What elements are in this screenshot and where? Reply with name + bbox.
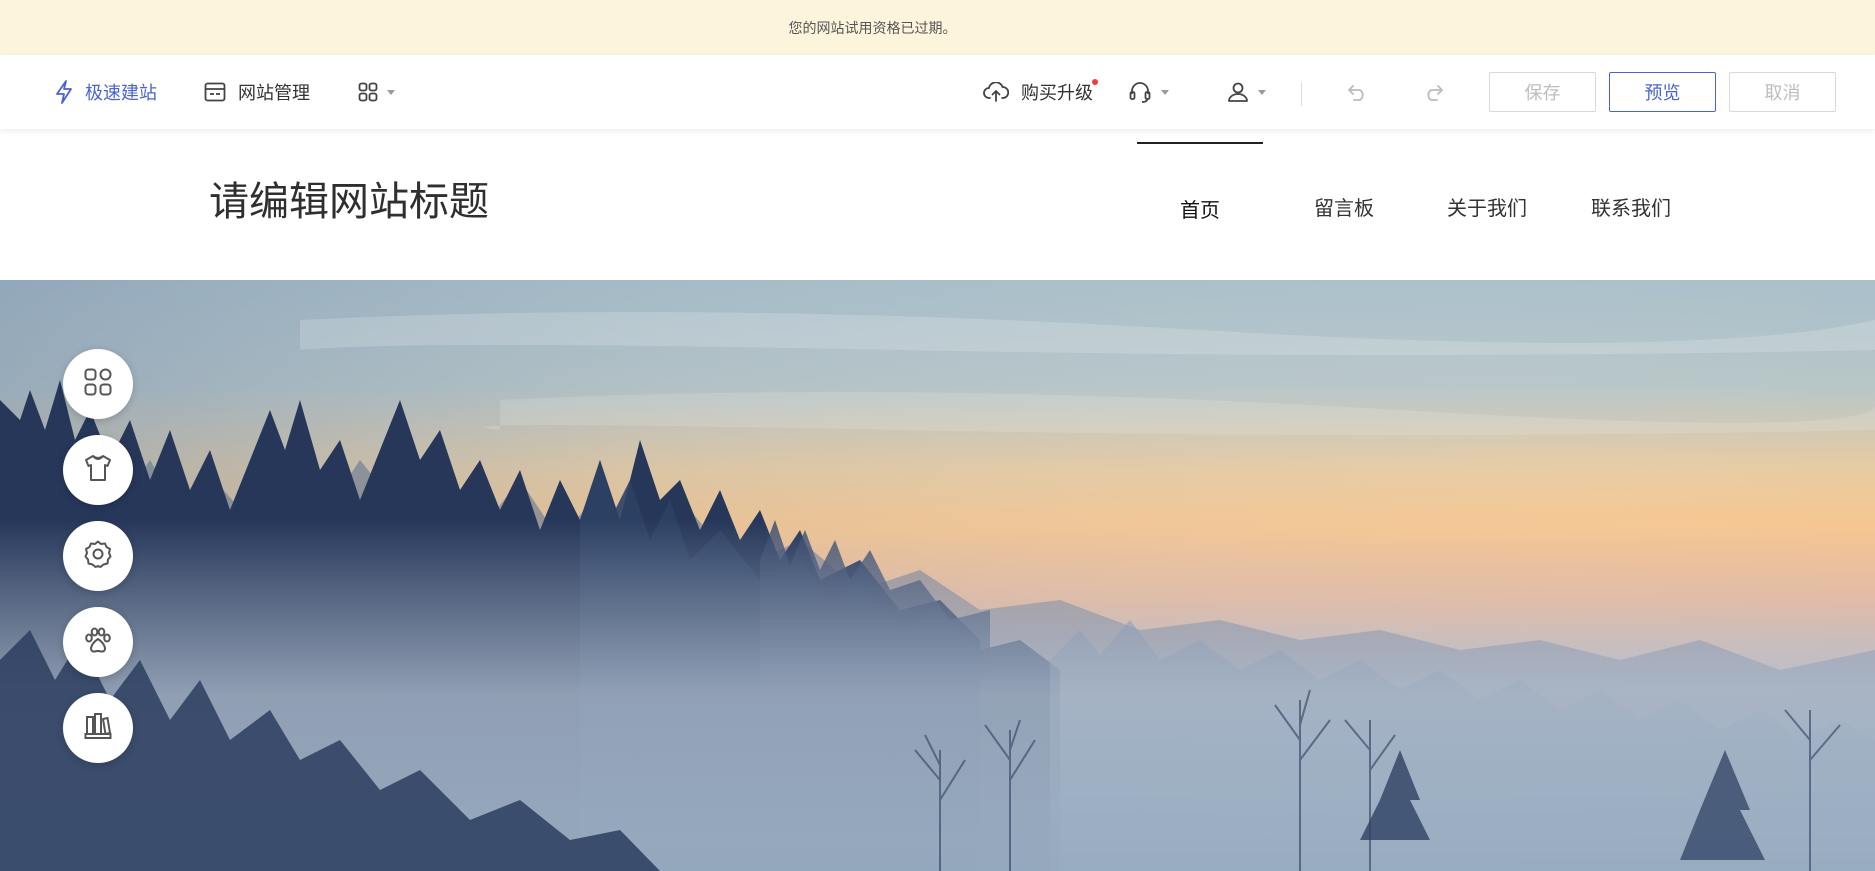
- trial-expired-banner: 您的网站试用资格已过期。: [0, 0, 1875, 55]
- site-header: 请编辑网站标题 首页 留言板 关于我们 联系我们: [0, 129, 1875, 280]
- account-menu-button[interactable]: [1227, 55, 1266, 129]
- cloud-upload-icon: [983, 82, 1009, 102]
- paw-icon: [83, 625, 113, 659]
- nav-item-guestbook[interactable]: 留言板: [1281, 142, 1407, 236]
- apps-menu-button[interactable]: [358, 55, 395, 129]
- chevron-down-icon: [387, 89, 395, 95]
- headset-icon: [1128, 80, 1152, 104]
- nav-item-about[interactable]: 关于我们: [1424, 142, 1550, 236]
- toolbar-divider: [1301, 82, 1302, 106]
- redo-icon: [1422, 82, 1444, 102]
- nav-item-home[interactable]: 首页: [1137, 142, 1263, 236]
- library-books-icon: [83, 711, 113, 745]
- preview-button[interactable]: 预览: [1609, 72, 1716, 112]
- nav-item-contact[interactable]: 联系我们: [1568, 142, 1694, 236]
- upgrade-label: 购买升级: [1021, 83, 1093, 104]
- undo-button[interactable]: [1347, 55, 1369, 129]
- cancel-button[interactable]: 取消: [1729, 72, 1836, 112]
- settings-gear-icon: [83, 539, 113, 573]
- upgrade-button[interactable]: 购买升级: [983, 55, 1098, 129]
- theme-shirt-icon: [83, 453, 113, 487]
- modules-icon: [83, 367, 113, 401]
- chevron-down-icon: [1258, 89, 1266, 95]
- quick-build-label: 极速建站: [85, 83, 157, 104]
- site-title[interactable]: 请编辑网站标题: [209, 169, 489, 227]
- chevron-down-icon: [1161, 89, 1169, 95]
- lightning-icon: [55, 80, 73, 104]
- undo-icon: [1347, 82, 1369, 102]
- library-tool-button[interactable]: [63, 693, 133, 763]
- banner-message: 您的网站试用资格已过期。: [788, 20, 957, 37]
- redo-button[interactable]: [1422, 55, 1444, 129]
- site-manage-label: 网站管理: [238, 83, 310, 104]
- theme-tool-button[interactable]: [63, 435, 133, 505]
- user-icon: [1227, 81, 1249, 103]
- support-menu-button[interactable]: [1128, 55, 1169, 129]
- modules-tool-button[interactable]: [63, 349, 133, 419]
- quick-build-button[interactable]: 极速建站: [55, 55, 157, 129]
- grid-icon: [358, 82, 378, 102]
- settings-tool-button[interactable]: [63, 521, 133, 591]
- hero-banner-image: [0, 280, 1875, 871]
- browser-window-icon: [204, 82, 226, 102]
- site-manage-button[interactable]: 网站管理: [204, 55, 310, 129]
- baidu-tool-button[interactable]: [63, 607, 133, 677]
- save-button[interactable]: 保存: [1489, 72, 1596, 112]
- notification-dot: [1092, 79, 1098, 85]
